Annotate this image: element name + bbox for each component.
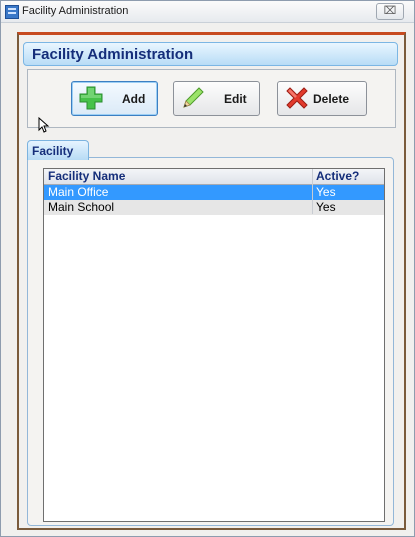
column-header-facility-name[interactable]: Facility Name xyxy=(48,169,125,184)
tab-panel: Facility Name Active? Main Office Yes Ma… xyxy=(27,157,394,526)
tab-facility-label: Facility xyxy=(32,144,74,158)
facility-name-cell: Main Office xyxy=(48,185,109,199)
delete-button[interactable]: Delete xyxy=(277,81,367,116)
tab-facility[interactable]: Facility xyxy=(27,140,89,160)
table-row[interactable]: Main School Yes xyxy=(44,200,384,215)
active-cell: Yes xyxy=(316,200,336,214)
x-icon xyxy=(286,87,308,109)
app-icon xyxy=(5,5,19,19)
toolbar: Add Edit Delete xyxy=(27,69,396,128)
table-row[interactable]: Main Office Yes xyxy=(44,185,384,200)
edit-button-label: Edit xyxy=(224,92,247,106)
panel-title: Facility Administration xyxy=(32,46,194,63)
window: Facility Administration ⌧ Facility Admin… xyxy=(0,0,415,537)
facility-table[interactable]: Facility Name Active? Main Office Yes Ma… xyxy=(43,168,385,522)
title-bar[interactable]: Facility Administration ⌧ xyxy=(1,1,414,23)
plus-icon xyxy=(79,86,103,110)
column-divider xyxy=(312,169,313,214)
panel-header: Facility Administration xyxy=(23,42,398,66)
active-cell: Yes xyxy=(316,185,336,199)
facility-name-cell: Main School xyxy=(48,200,115,214)
mouse-cursor-icon xyxy=(38,117,50,133)
pencil-icon xyxy=(183,87,204,108)
content-frame: Facility Administration Add Edit Delete … xyxy=(17,32,406,530)
add-button-label: Add xyxy=(122,92,146,106)
close-button[interactable]: ⌧ xyxy=(376,3,404,20)
edit-button[interactable]: Edit xyxy=(173,81,260,116)
column-header-active[interactable]: Active? xyxy=(316,169,359,184)
delete-button-label: Delete xyxy=(313,92,350,106)
window-title: Facility Administration xyxy=(22,5,129,17)
add-button[interactable]: Add xyxy=(71,81,158,116)
table-header: Facility Name Active? xyxy=(44,169,384,185)
